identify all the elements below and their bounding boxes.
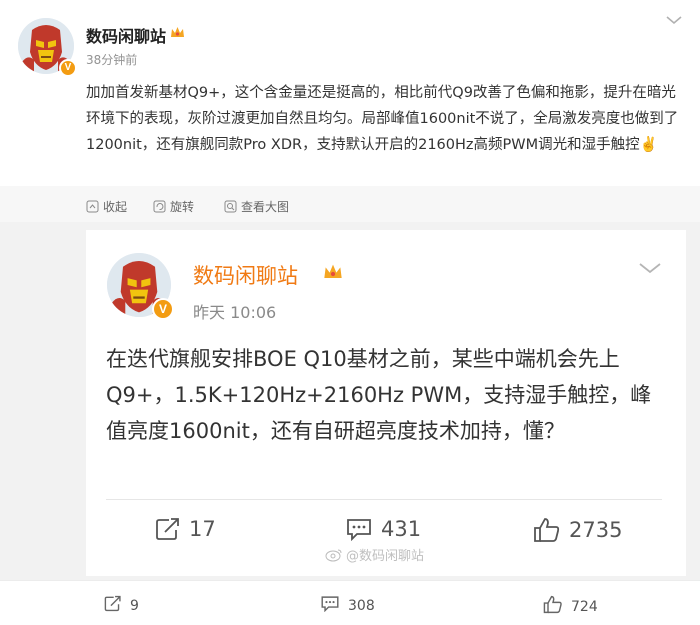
image-watermark: @数码闲聊站 [325,545,424,564]
rotate-icon [153,200,166,213]
rotate-label: 旋转 [170,200,195,214]
author-name[interactable]: 数码闲聊站 [86,23,166,47]
view-large-label: 查看大图 [241,200,290,214]
card-repost-count: 17 [155,517,216,541]
crown-icon [170,25,185,44]
chevron-down-icon[interactable] [664,12,684,26]
share-icon [104,595,122,616]
author-avatar[interactable]: V [18,18,77,77]
card-verified-badge: V [152,298,174,320]
magnify-icon [224,200,237,213]
card-author-name: 数码闲聊站 [193,264,298,288]
rotate-button[interactable]: 旋转 [153,198,194,215]
repost-button[interactable]: 9 [104,595,139,616]
image-toolbar: 收起 旋转 查看大图 [0,186,700,222]
card-like-value: 2735 [569,518,623,542]
like-button[interactable]: 724 [543,595,598,618]
comment-icon [320,595,340,616]
comment-count: 308 [348,597,375,614]
card-comment-value: 431 [381,517,422,541]
like-count: 724 [571,598,598,615]
thumbs-up-icon [543,595,563,618]
view-large-button[interactable]: 查看大图 [224,198,289,215]
post-header-section: V 数码闲聊站 38分钟前 加加首发新基材Q9+，这个含金量还是挺高的，相比前代… [0,0,700,186]
card-like-count: 2735 [533,517,622,543]
card-repost-value: 17 [189,517,216,541]
comment-icon [345,517,373,541]
collapse-label: 收起 [103,200,128,214]
verified-badge: V [59,59,77,77]
share-icon [155,517,181,541]
post-action-bar: 9 308 724 [0,580,700,625]
card-body-text: 在迭代旗舰安排BOE Q10基材之前，某些中端机会先上Q9+，1.5K+120H… [106,347,652,443]
watermark-text: @数码闲聊站 [346,549,425,564]
post-body-text: 加加首发新基材Q9+，这个含金量还是挺高的，相比前代Q9改善了色偏和拖影，提升在… [86,85,679,153]
card-post-time: 昨天 10:06 [193,303,277,322]
embedded-post-image[interactable]: V 数码闲聊站 昨天 10:06 在迭代旗舰安排BOE Q10基材之前，某些中端… [86,230,686,576]
weibo-post: V 数码闲聊站 38分钟前 加加首发新基材Q9+，这个含金量还是挺高的，相比前代… [0,0,700,625]
collapse-button[interactable]: 收起 [86,198,127,215]
comment-button[interactable]: 308 [320,595,375,616]
card-chevron-down-icon [637,260,663,276]
card-comment-count: 431 [345,517,421,541]
card-crown-icon [323,262,343,287]
thumbs-up-icon [533,517,561,543]
card-divider [106,499,662,500]
post-time[interactable]: 38分钟前 [86,51,137,68]
collapse-icon [86,200,99,213]
card-author-avatar: V [107,253,174,320]
weibo-watermark-icon [325,549,342,561]
repost-count: 9 [130,597,139,614]
